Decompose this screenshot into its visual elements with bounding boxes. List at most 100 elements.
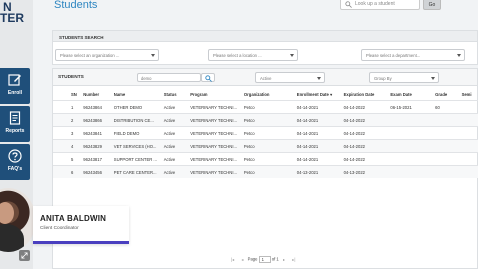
search-icon xyxy=(345,1,352,8)
cell-expiration-date: 04-14-2022 xyxy=(340,100,388,114)
presenter-card: ANITA BALDWIN Client Coordinator xyxy=(33,206,129,244)
table-row[interactable]: 1 96243864 OTHER DEMO Active VETERINARY … xyxy=(53,100,478,114)
table-row[interactable]: 3 96243841 FIELD DEMO Active VETERINARY … xyxy=(53,126,478,140)
avatar-face xyxy=(0,202,14,224)
cell-enrollment-date: 04-14-2021 xyxy=(293,100,341,114)
search-icon xyxy=(205,75,212,82)
table-row[interactable]: 5 96243817 SUPPORT CENTER ... Active VET… xyxy=(53,152,478,166)
cell-status: Active xyxy=(160,139,188,153)
filter-search-button[interactable] xyxy=(201,73,215,82)
cell-grade xyxy=(432,139,459,153)
chevron-down-icon xyxy=(431,77,435,80)
last-page-icon[interactable]: ▸| xyxy=(292,257,295,262)
cell-name[interactable]: FIELD DEMO xyxy=(110,126,161,140)
column-header[interactable]: Expiration Date xyxy=(341,89,388,101)
column-header[interactable]: Exam Date xyxy=(387,89,432,101)
students-header: STUDENTS demo Active Group By xyxy=(53,69,477,86)
cell-semi xyxy=(458,152,478,166)
cell-organization: Petco xyxy=(240,139,294,153)
next-page-icon[interactable]: ▸ xyxy=(283,257,285,262)
group-by-select-label: Group By xyxy=(374,76,392,81)
avatar-body xyxy=(0,224,24,252)
page-input-value: 1 xyxy=(261,257,264,262)
table-row[interactable]: 6 96243456 PET CARE CENTER... Active VET… xyxy=(53,165,478,178)
chevron-down-icon xyxy=(151,54,155,57)
cell-name[interactable]: DISTRIBUTION CE... xyxy=(110,113,161,127)
go-button[interactable]: Go xyxy=(423,0,441,10)
column-header[interactable]: Organization xyxy=(241,89,294,101)
cell-sn: 6 xyxy=(53,165,81,178)
organization-select-label: Please select an organization ... xyxy=(60,53,120,58)
brand-line-2: TER xyxy=(0,11,24,24)
students-title: STUDENTS xyxy=(58,75,84,80)
group-by-select[interactable]: Group By xyxy=(369,72,439,83)
cell-program: VETERINARY TECHNI... xyxy=(187,100,241,114)
chevron-down-icon xyxy=(317,77,321,80)
column-header-label: Enrollment Date xyxy=(296,92,329,97)
prev-page-icon[interactable]: ◂ xyxy=(241,257,243,262)
column-header[interactable]: Semi xyxy=(459,89,478,101)
column-header[interactable]: Status xyxy=(161,89,187,101)
sidebar-item-faqs[interactable]: FAQ's xyxy=(0,144,30,180)
students-filter-value: demo xyxy=(141,76,152,81)
chevron-down-icon xyxy=(457,54,461,57)
sidebar-item-label: Reports xyxy=(5,128,25,134)
cell-expiration-date: 04-14-2022 xyxy=(340,126,388,140)
students-search-panel: STUDENTS SEARCH Please select an organiz… xyxy=(52,30,478,65)
page-total-label: of 1 xyxy=(271,256,279,262)
cell-number: 96243841 xyxy=(80,126,111,140)
table-row[interactable]: 2 96243866 DISTRIBUTION CE... Active VET… xyxy=(53,113,478,127)
page-input[interactable]: 1 xyxy=(258,256,271,263)
location-select[interactable]: Please select a location ... xyxy=(208,49,298,61)
expand-button[interactable] xyxy=(19,250,30,261)
presenter-role: Client Coordinator xyxy=(40,226,79,231)
cell-name[interactable]: OTHER DEMO xyxy=(110,100,161,114)
cell-organization: Petco xyxy=(240,152,294,166)
sort-down-icon: ▾ xyxy=(330,92,333,97)
organization-select[interactable]: Please select an organization ... xyxy=(55,49,159,61)
column-header-sorted[interactable]: Enrollment Date ▾ xyxy=(294,89,341,101)
students-table: SN Number Name Status Program Organizati… xyxy=(53,89,478,178)
cell-name[interactable]: PET CARE CENTER... xyxy=(110,165,161,178)
cell-semi xyxy=(458,126,478,140)
first-page-icon[interactable]: |◂ xyxy=(231,257,234,262)
cell-grade xyxy=(432,152,459,166)
sidebar-item-enroll[interactable]: Enroll xyxy=(0,68,30,104)
cell-name[interactable]: SUPPORT CENTER ... xyxy=(110,152,161,166)
sidebar-item-reports[interactable]: Reports xyxy=(0,106,30,142)
column-header[interactable]: SN xyxy=(53,89,80,101)
cell-expiration-date: 04-14-2022 xyxy=(340,113,388,127)
cell-semi xyxy=(458,139,478,153)
cell-program: VETERINARY TECHNI... xyxy=(187,139,241,153)
cell-name[interactable]: VET SERVICES (HO... xyxy=(110,139,161,153)
cell-status: Active xyxy=(160,152,188,166)
cell-organization: Petco xyxy=(240,165,294,178)
cell-enrollment-date: 04-14-2021 xyxy=(293,113,341,127)
cell-enrollment-date: 04-14-2021 xyxy=(293,139,341,153)
cell-organization: Petco xyxy=(240,113,294,127)
cell-enrollment-date: 04-13-2021 xyxy=(293,165,341,178)
student-search-input[interactable]: Look up a student xyxy=(340,0,420,10)
cell-exam-date xyxy=(387,139,433,153)
cell-sn: 3 xyxy=(53,126,81,140)
page-label: Page xyxy=(247,256,258,262)
table-row[interactable]: 4 96243829 VET SERVICES (HO... Active VE… xyxy=(53,139,478,153)
department-select[interactable]: Please select a department... xyxy=(361,49,465,61)
students-filter-input[interactable]: demo xyxy=(137,73,201,82)
column-header[interactable]: Number xyxy=(80,89,111,101)
brand-logo: N TER xyxy=(0,2,33,24)
cell-grade xyxy=(432,165,459,178)
sidebar-item-label: Enroll xyxy=(7,90,23,96)
cell-number: 96243864 xyxy=(80,100,111,114)
search-placeholder: Look up a student xyxy=(355,1,395,7)
cell-number: 96243817 xyxy=(80,152,111,166)
column-header[interactable]: Program xyxy=(187,89,241,101)
cell-expiration-date: 04-13-2022 xyxy=(340,165,388,178)
department-select-label: Please select a department... xyxy=(366,53,421,58)
column-header[interactable]: Grade xyxy=(432,89,458,101)
column-header[interactable]: Name xyxy=(111,89,161,101)
table-header-row: SN Number Name Status Program Organizati… xyxy=(53,89,478,101)
sidebar-item-label: FAQ's xyxy=(7,166,23,172)
cell-number: 96243456 xyxy=(80,165,111,178)
status-select[interactable]: Active xyxy=(255,72,325,83)
